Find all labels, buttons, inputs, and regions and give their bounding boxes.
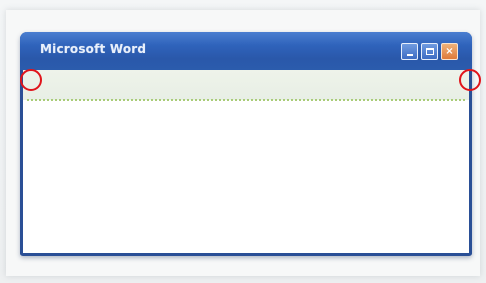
screenshot-canvas: Microsoft Word ×	[0, 0, 486, 283]
red-circle-marker-right	[459, 69, 481, 91]
close-button[interactable]: ×	[441, 43, 458, 60]
toolbar-area	[23, 70, 469, 100]
ribbon-divider-dotted-line	[27, 99, 465, 101]
minimize-icon	[406, 53, 413, 56]
close-icon: ×	[445, 45, 454, 57]
red-circle-marker-left	[20, 69, 42, 91]
window-title: Microsoft Word	[40, 42, 147, 56]
word-window: Microsoft Word ×	[20, 32, 472, 256]
maximize-icon	[425, 48, 434, 55]
title-bar[interactable]: Microsoft Word ×	[20, 32, 472, 70]
minimize-button[interactable]	[401, 43, 418, 60]
maximize-button[interactable]	[421, 43, 438, 60]
document-area[interactable]	[23, 104, 469, 252]
